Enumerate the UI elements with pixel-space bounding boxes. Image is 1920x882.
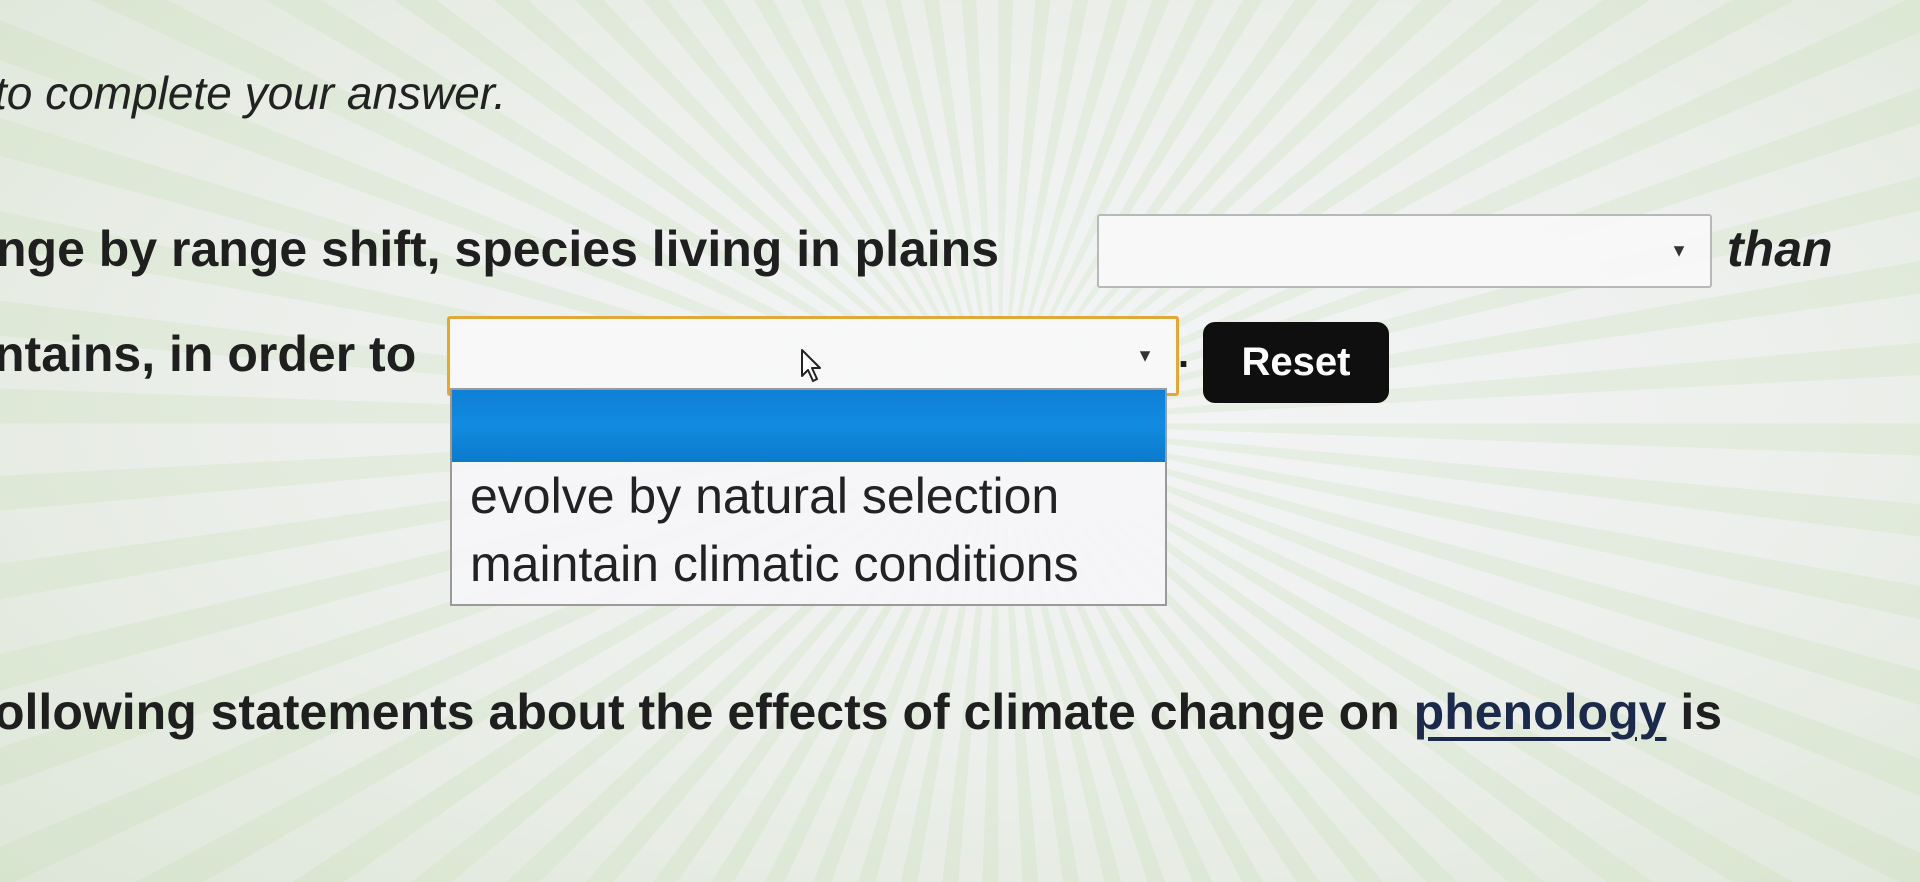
question-2-text: ollowing statements about the effects of… xyxy=(0,684,1414,740)
question-1-line-1: nge by range shift, species living in pl… xyxy=(0,220,999,278)
instructions-text: to complete your answer. xyxy=(0,67,507,119)
question-2-text-after: is xyxy=(1666,684,1723,740)
caret-down-icon: ▼ xyxy=(1670,240,1688,261)
dropdown-option-evolve[interactable]: evolve by natural selection xyxy=(452,462,1165,530)
dropdown-list: evolve by natural selection maintain cli… xyxy=(450,388,1167,606)
phenology-link[interactable]: phenology xyxy=(1414,684,1667,740)
plains-select[interactable]: ▼ xyxy=(1097,214,1712,288)
reset-button[interactable]: Reset xyxy=(1203,322,1389,403)
question-2-line: ollowing statements about the effects of… xyxy=(0,683,1722,741)
question-1-text-after: than xyxy=(1727,221,1833,277)
question-1-line-2-text: ntains, in order to xyxy=(0,326,417,382)
mouse-cursor-icon xyxy=(801,349,821,382)
caret-down-icon: ▼ xyxy=(1136,345,1154,366)
dropdown-option-blank[interactable] xyxy=(452,390,1165,462)
question-1-line-2: ntains, in order to xyxy=(0,325,416,383)
question-1-text: nge by range shift, species living in pl… xyxy=(0,221,1000,277)
dropdown-option-maintain[interactable]: maintain climatic conditions xyxy=(452,530,1165,598)
sentence-period: . xyxy=(1178,332,1190,376)
